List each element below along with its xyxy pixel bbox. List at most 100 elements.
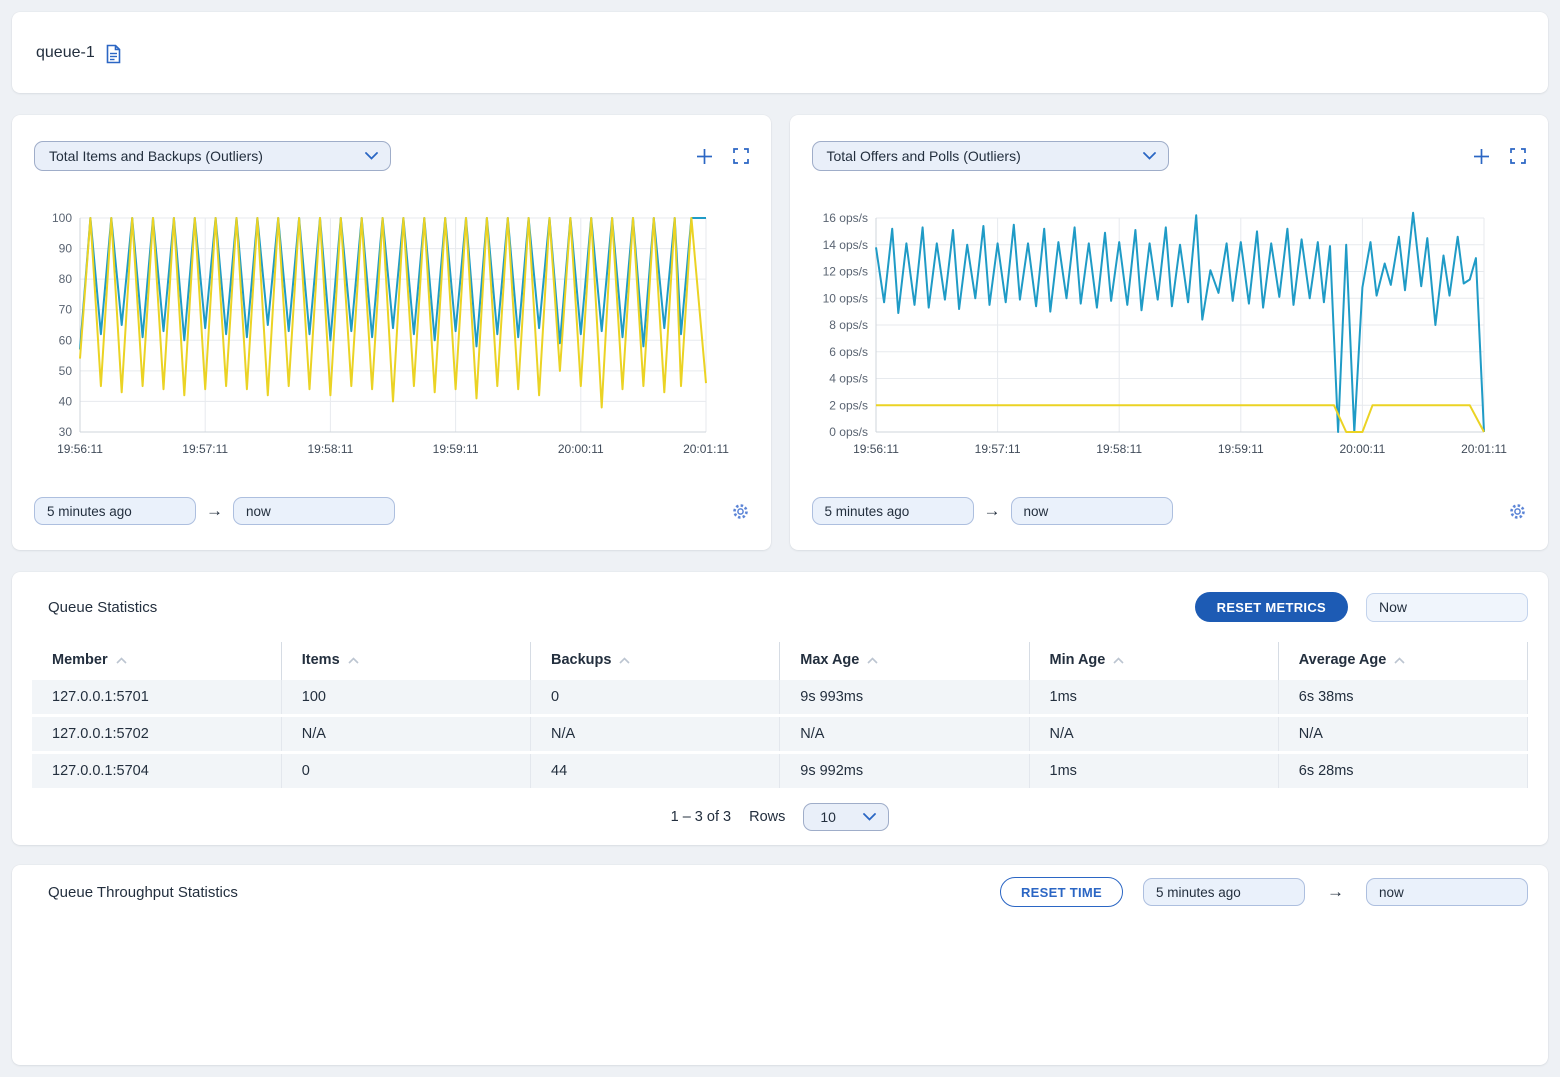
rows-per-page-select[interactable]: 10 [803,803,889,831]
table-cell: N/A [531,716,780,753]
time-to-input[interactable] [1011,497,1173,525]
table-cell: 1ms [1029,680,1278,716]
series-yellow [80,218,706,408]
sort-caret-icon [1113,657,1124,664]
y-axis-tick-label: 60 [59,333,73,347]
y-axis-tick-label: 90 [59,242,73,256]
table-cell: 127.0.0.1:5704 [32,753,281,790]
queue-throughput-card: Queue Throughput Statistics RESET TIME → [12,865,1548,1065]
series-blue [80,218,706,350]
column-label: Items [302,652,340,668]
sort-caret-icon [619,657,630,664]
y-axis-tick-label: 100 [52,211,72,225]
table-row: 127.0.0.1:5702N/AN/AN/AN/AN/A [32,716,1528,753]
sort-caret-icon [867,657,878,664]
x-axis-tick-label: 19:59:11 [1217,442,1263,456]
column-header-member[interactable]: Member [32,642,281,680]
time-from-input[interactable] [1143,878,1305,906]
queue-stats-tbody: 127.0.0.1:570110009s 993ms1ms6s 38ms127.… [32,680,1528,790]
metrics-time-input[interactable] [1366,593,1528,622]
time-from-input[interactable] [812,497,974,525]
add-chart-icon[interactable] [1473,148,1490,165]
table-cell: 6s 38ms [1278,680,1527,716]
y-axis-tick-label: 12 ops/s [822,265,867,279]
table-cell: 9s 993ms [780,680,1029,716]
table-row: 127.0.0.1:57040449s 992ms1ms6s 28ms [32,753,1528,790]
time-to-input[interactable] [233,497,395,525]
table-cell: 44 [531,753,780,790]
x-axis-tick-label: 19:57:11 [182,442,228,456]
y-axis-tick-label: 8 ops/s [829,318,868,332]
table-cell: 127.0.0.1:5701 [32,680,281,716]
queue-statistics-table: Member Items Backups Max Age Min Age Average … [32,642,1528,791]
charts-row: Total Items and Backups (Outliers) 100 90… [12,115,1548,550]
column-header-backups[interactable]: Backups [531,642,780,680]
table-row: 127.0.0.1:570110009s 993ms1ms6s 38ms [32,680,1528,716]
table-cell: N/A [281,716,530,753]
series-blue [876,213,1484,432]
y-axis-tick-label: 30 [59,425,73,439]
arrow-right-icon: → [204,501,225,521]
table-header-row: Member Items Backups Max Age Min Age Average … [32,642,1528,680]
column-header-max-age[interactable]: Max Age [780,642,1029,680]
x-axis-tick-label: 20:00:11 [1339,442,1385,456]
time-range-row: → [812,497,1527,525]
gear-icon[interactable] [732,503,749,520]
x-axis-tick-label: 19:58:11 [1096,442,1142,456]
fullscreen-icon[interactable] [733,148,749,164]
arrow-right-icon: → [1325,882,1346,902]
sort-caret-icon [1394,657,1405,664]
table-cell: N/A [780,716,1029,753]
table-cell: 0 [531,680,780,716]
y-axis-tick-label: 0 ops/s [829,425,868,439]
column-label: Member [52,652,108,668]
x-axis-tick-label: 19:58:11 [307,442,353,456]
document-icon[interactable] [105,44,122,64]
fullscreen-icon[interactable] [1510,148,1526,164]
rows-label: Rows [749,809,785,825]
sort-caret-icon [348,657,359,664]
column-label: Max Age [800,652,859,668]
column-header-average-age[interactable]: Average Age [1278,642,1527,680]
metric-select[interactable]: Total Items and Backups (Outliers) [34,141,391,171]
y-axis-tick-label: 6 ops/s [829,345,868,359]
y-axis-tick-label: 16 ops/s [822,211,867,225]
column-header-min-age[interactable]: Min Age [1029,642,1278,680]
table-cell: 1ms [1029,753,1278,790]
add-chart-icon[interactable] [696,148,713,165]
y-axis-tick-label: 70 [59,303,73,317]
line-chart-svg: 16 ops/s 14 ops/s 12 ops/s 10 ops/s 8 ops/s 6… [812,208,1512,460]
time-from-input[interactable] [34,497,196,525]
time-range-row: → [34,497,749,525]
queue-statistics-card: Queue Statistics RESET METRICS MemberIte… [12,572,1548,845]
column-header-items[interactable]: Items [281,642,530,680]
rows-per-page-value: 10 [820,809,836,825]
queue-header-card: queue-1 [12,12,1548,93]
line-chart-svg: 1009080706050403019:56:1119:57:1119:58:1… [34,208,734,460]
reset-metrics-button[interactable]: RESET METRICS [1195,592,1348,622]
metric-select-value: Total Offers and Polls (Outliers) [827,148,1021,164]
table-cell: N/A [1029,716,1278,753]
x-axis-tick-label: 20:01:11 [683,442,729,456]
arrow-right-icon: → [982,501,1003,521]
column-label: Average Age [1299,652,1387,668]
table-cell: 127.0.0.1:5702 [32,716,281,753]
y-axis-tick-label: 14 ops/s [822,238,867,252]
y-axis-tick-label: 80 [59,272,73,286]
x-axis-tick-label: 20:01:11 [1461,442,1507,456]
pagination: 1 – 3 of 3 Rows 10 [32,803,1528,831]
chart-header: Total Offers and Polls (Outliers) [812,141,1527,171]
page-title: queue-1 [36,44,95,62]
gear-icon[interactable] [1509,503,1526,520]
table-cell: N/A [1278,716,1527,753]
page: queue-1 Total Items and Backups (Outlier… [0,0,1560,1077]
chart-header: Total Items and Backups (Outliers) [34,141,749,171]
reset-time-button[interactable]: RESET TIME [1000,877,1123,907]
y-axis-tick-label: 4 ops/s [829,372,868,386]
items-backups-chart-card: Total Items and Backups (Outliers) 100 90… [12,115,771,550]
metric-select[interactable]: Total Offers and Polls (Outliers) [812,141,1169,171]
chevron-down-icon [1143,152,1156,160]
offers-polls-chart-card: Total Offers and Polls (Outliers) 16 ops… [790,115,1549,550]
time-to-input[interactable] [1366,878,1528,906]
y-axis-tick-label: 10 ops/s [822,291,867,305]
